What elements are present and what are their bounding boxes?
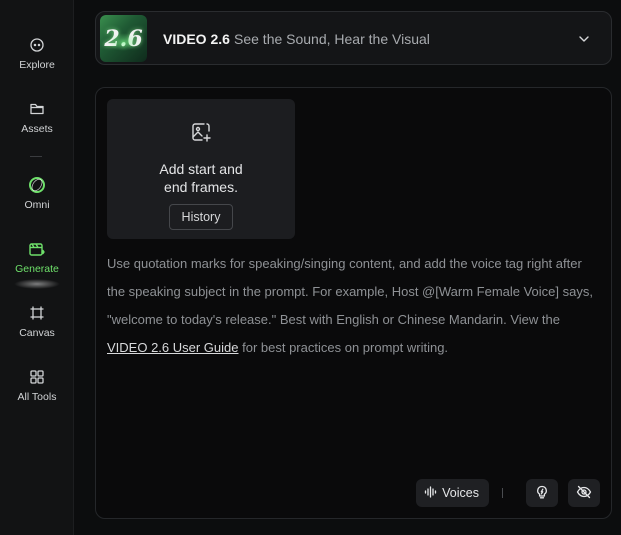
sidebar-item-label: All Tools <box>17 391 57 403</box>
model-tagline: See the Sound, Hear the Visual <box>234 31 430 47</box>
generate-icon <box>28 240 46 258</box>
sidebar-item-generate[interactable]: Generate <box>0 240 74 289</box>
prompt-hint-suffix: for best practices on prompt writing. <box>238 340 449 355</box>
model-selector[interactable]: 2.6 VIDEO 2.6 See the Sound, Hear the Vi… <box>95 11 612 65</box>
sidebar-divider <box>30 156 42 157</box>
sidebar: Explore Assets Omni Generate Canvas All … <box>0 0 74 535</box>
model-thumbnail-text: 2.6 <box>104 25 143 52</box>
history-button[interactable]: History <box>169 204 233 230</box>
add-frames-line1: Add start and <box>159 161 243 177</box>
sidebar-item-label: Assets <box>21 123 53 135</box>
add-frames-text: Add start and end frames. <box>107 160 295 196</box>
voices-button[interactable]: Voices <box>416 479 489 507</box>
explore-icon <box>28 36 46 54</box>
sidebar-item-assets[interactable]: Assets <box>0 100 74 135</box>
lightbulb-icon <box>535 485 549 502</box>
sidebar-item-label: Canvas <box>19 327 55 339</box>
prompt-hint[interactable]: Use quotation marks for speaking/singing… <box>107 250 597 362</box>
hide-eye-icon <box>576 485 592 502</box>
folder-icon <box>28 100 46 118</box>
sidebar-item-all-tools[interactable]: All Tools <box>0 368 74 403</box>
canvas-icon <box>28 304 46 322</box>
no-reference-button[interactable] <box>568 479 600 507</box>
sidebar-item-canvas[interactable]: Canvas <box>0 304 74 339</box>
sidebar-item-label: Explore <box>19 59 55 71</box>
user-guide-link[interactable]: VIDEO 2.6 User Guide <box>107 340 239 355</box>
add-frames-line2: end frames. <box>164 179 238 195</box>
model-name: VIDEO 2.6 <box>163 31 230 47</box>
waveform-icon <box>424 485 437 501</box>
sidebar-item-label: Generate <box>15 263 59 275</box>
omni-ring-icon <box>28 176 46 194</box>
sidebar-item-omni[interactable]: Omni <box>0 176 74 211</box>
add-image-icon <box>190 121 212 143</box>
sidebar-item-label: Omni <box>24 199 50 211</box>
voices-label: Voices <box>442 486 479 500</box>
model-thumbnail: 2.6 <box>100 15 147 62</box>
chevron-down-icon[interactable] <box>577 32 591 46</box>
add-frames-dropzone[interactable]: Add start and end frames. History <box>107 99 295 239</box>
lightbulb-button[interactable] <box>526 479 558 507</box>
toolbar-divider <box>502 488 503 498</box>
prompt-panel: Add start and end frames. History Use qu… <box>95 87 612 519</box>
grid-icon <box>28 368 46 386</box>
prompt-hint-text: Use quotation marks for speaking/singing… <box>107 256 593 327</box>
prompt-toolbar: Voices <box>416 479 600 507</box>
sidebar-item-explore[interactable]: Explore <box>0 36 74 71</box>
